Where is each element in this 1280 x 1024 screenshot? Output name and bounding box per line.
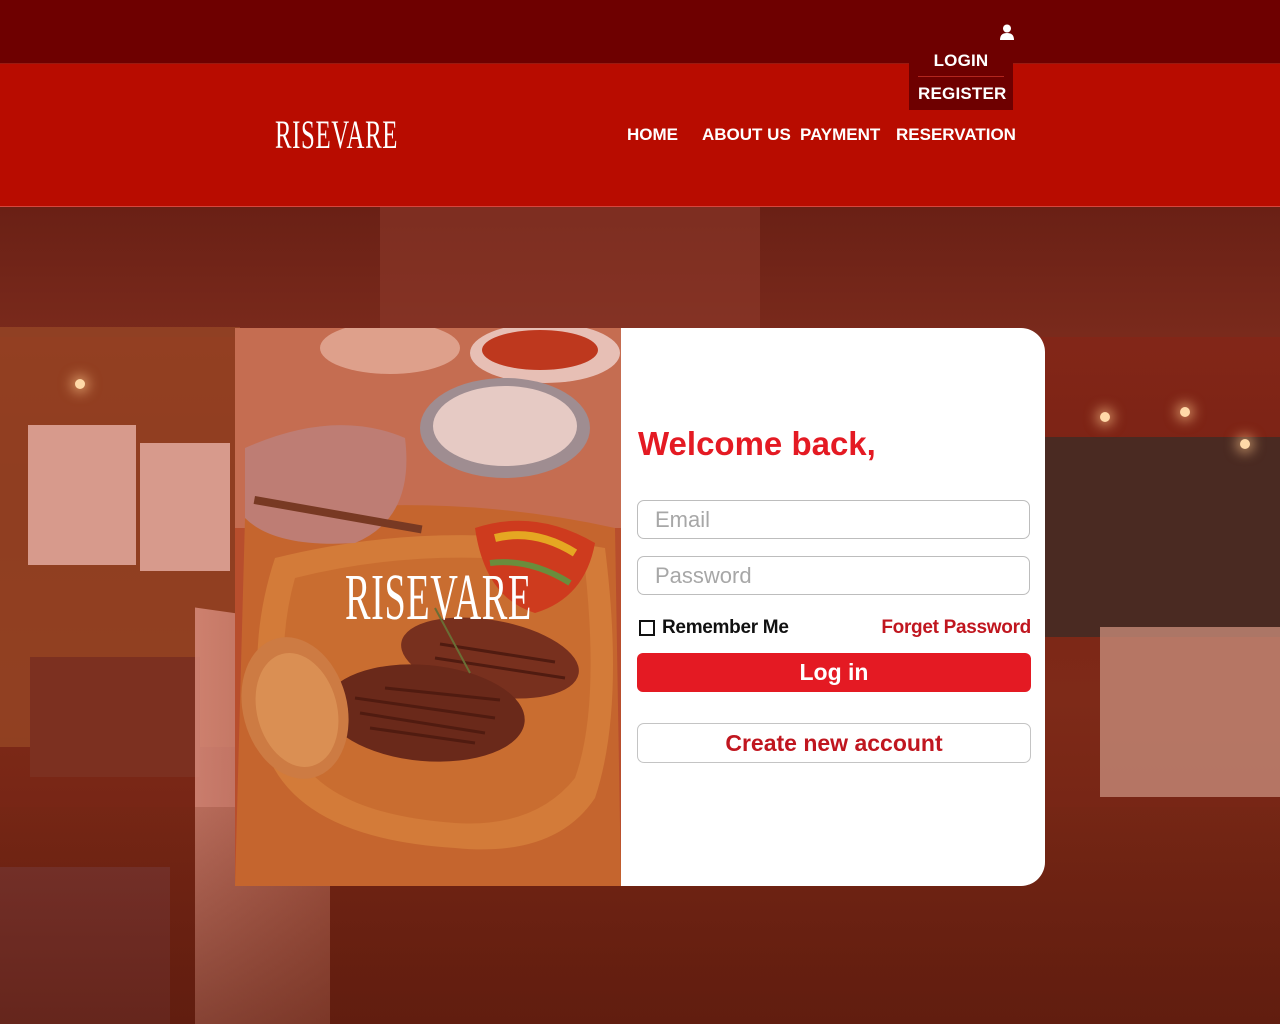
nav-payment[interactable]: PAYMENT <box>800 124 880 146</box>
steak-photo: RISEVARE <box>235 328 621 886</box>
user-icon[interactable] <box>998 23 1016 41</box>
create-account-button[interactable]: Create new account <box>637 723 1031 763</box>
remember-me-label[interactable]: Remember Me <box>662 617 789 639</box>
nav-reservation[interactable]: RESERVATION <box>896 124 1016 146</box>
login-button[interactable]: Log in <box>637 653 1031 692</box>
auth-dropdown: LOGIN REGISTER <box>909 44 1013 110</box>
site-header: RISEVARE HOME ABOUT US PAYMENT RESERVATI… <box>0 64 1280 207</box>
welcome-heading: Welcome back, <box>638 425 876 462</box>
login-link[interactable]: LOGIN <box>918 44 1004 76</box>
login-card: RISEVARE Welcome back, Remember Me Forge… <box>235 328 1045 886</box>
login-form: Welcome back, Remember Me Forget Passwor… <box>621 328 1045 886</box>
remember-me-checkbox[interactable] <box>639 620 655 636</box>
card-logo: RISEVARE <box>345 561 532 634</box>
site-logo[interactable]: RISEVARE <box>275 114 398 156</box>
register-link[interactable]: REGISTER <box>918 77 1006 109</box>
nav-about-us[interactable]: ABOUT US <box>702 124 791 146</box>
top-bar <box>0 0 1280 64</box>
password-field[interactable] <box>637 556 1030 595</box>
forget-password-link[interactable]: Forget Password <box>881 617 1031 639</box>
email-field[interactable] <box>637 500 1030 539</box>
remember-me: Remember Me <box>639 617 789 639</box>
nav-home[interactable]: HOME <box>627 124 678 146</box>
